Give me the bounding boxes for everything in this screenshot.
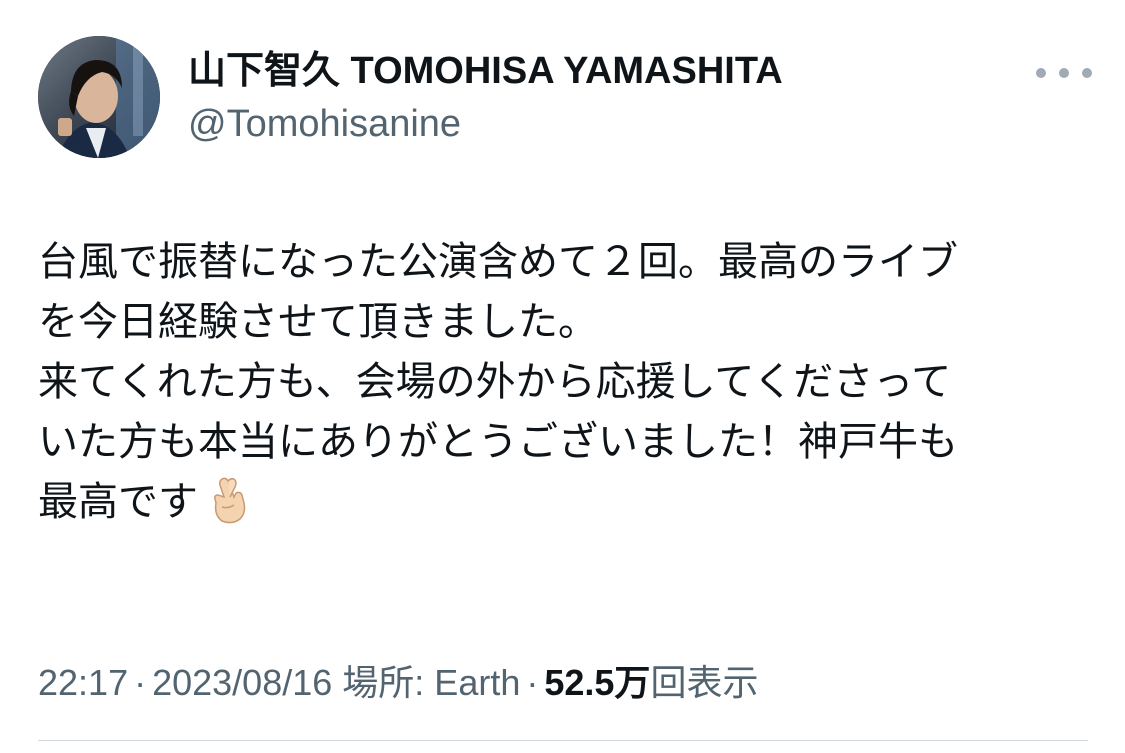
user-handle[interactable]: @Tomohisanine	[188, 101, 461, 147]
tweet-time[interactable]: 22:17	[38, 662, 128, 703]
more-options-button[interactable]	[1036, 58, 1092, 88]
tweet-text-line: 来てくれた方も、会場の外から応援してくださって	[38, 359, 952, 405]
tweet: 山下智久 TOMOHISA YAMASHITA @Tomohisanine 台風…	[0, 0, 1125, 753]
more-horizontal-icon	[1036, 68, 1046, 78]
tweet-meta: 22:17 · 2023/08/16 場所: Earth · 52.5万回表示	[38, 657, 758, 709]
tweet-date[interactable]: 2023/08/16	[152, 662, 332, 703]
crossed-fingers-icon	[214, 477, 246, 524]
avatar[interactable]	[38, 36, 160, 158]
tweet-text-line: いた方も本当にありがとうございました！神戸牛も	[38, 419, 958, 465]
separator: ·	[526, 662, 539, 703]
divider	[38, 740, 1088, 741]
tweet-text-line: 台風で振替になった公演含めて２回。最高のライブ	[38, 239, 958, 285]
tweet-text-line: を今日経験させて頂きました。	[38, 299, 598, 345]
tweet-text-line: 最高です	[38, 479, 198, 525]
tweet-location: 場所: Earth	[342, 662, 521, 703]
tweet-text: 台風で振替になった公演含めて２回。最高のライブ を今日経験させて頂きました。 来…	[38, 232, 1088, 532]
display-name[interactable]: 山下智久 TOMOHISA YAMASHITA	[188, 48, 783, 94]
views-count[interactable]: 52.5万	[544, 662, 650, 703]
tweet-text-last-line: 最高です	[38, 472, 1088, 532]
profile-photo	[38, 36, 160, 158]
views-label: 回表示	[650, 662, 759, 703]
separator: ·	[134, 662, 147, 703]
